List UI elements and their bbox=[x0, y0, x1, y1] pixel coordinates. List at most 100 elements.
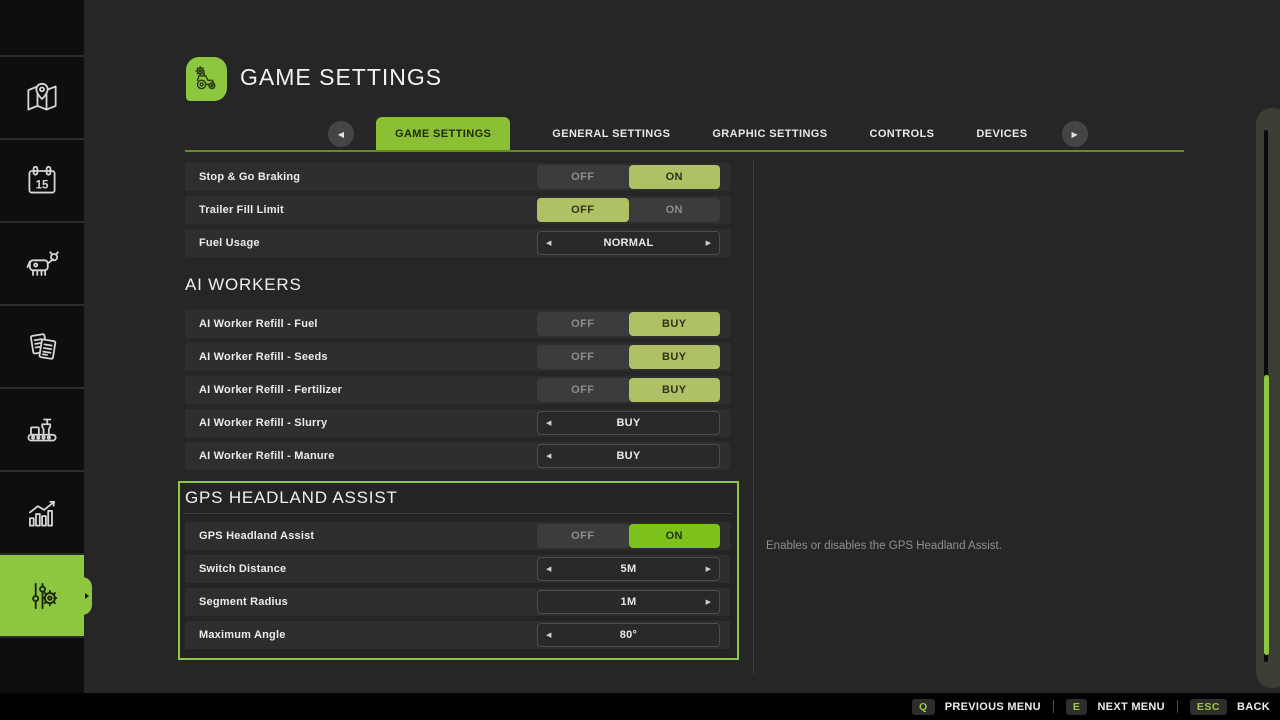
setting-row-maximum-angle[interactable]: Maximum Angle◀80° bbox=[185, 621, 730, 649]
selector-value: BUY bbox=[616, 450, 640, 462]
chevron-left-icon: ◀ bbox=[338, 130, 344, 139]
calendar-icon: 15 bbox=[21, 160, 63, 202]
selector-prev-icon[interactable]: ◀ bbox=[546, 452, 551, 460]
hint-back[interactable]: ESC BACK bbox=[1190, 699, 1270, 715]
tab-controls[interactable]: CONTROLS bbox=[870, 128, 935, 140]
tab-graphic-settings[interactable]: GRAPHIC SETTINGS bbox=[712, 128, 827, 140]
selector-value: BUY bbox=[616, 417, 640, 429]
selector-prev-icon[interactable]: ◀ bbox=[546, 631, 551, 639]
selector-next-icon[interactable]: ▶ bbox=[706, 239, 711, 247]
toggle-gps-headland-assist: OFFON bbox=[537, 524, 720, 548]
toggle-option-buy[interactable]: BUY bbox=[629, 345, 721, 369]
setting-row-ai-worker-refill-manure[interactable]: AI Worker Refill - Manure ◀ BUY bbox=[185, 442, 730, 470]
setting-row-ai-worker-refill-seeds[interactable]: AI Worker Refill - SeedsOFFBUY bbox=[185, 343, 730, 371]
selector-prev-icon[interactable]: ◀ bbox=[546, 565, 551, 573]
tabs-next-button[interactable]: ▶ bbox=[1062, 121, 1088, 147]
setting-label: AI Worker Refill - Slurry bbox=[199, 417, 327, 429]
setting-label: AI Worker Refill - Fuel bbox=[199, 318, 318, 330]
toggle-option-on[interactable]: ON bbox=[629, 524, 721, 548]
selector-value: 1M bbox=[621, 596, 637, 608]
selector-next-icon[interactable]: ▶ bbox=[706, 565, 711, 573]
selector-value: 5M bbox=[621, 563, 637, 575]
active-notch-arrow-icon bbox=[85, 593, 89, 599]
setting-label: Fuel Usage bbox=[199, 237, 260, 249]
selector-prev-icon[interactable]: ◀ bbox=[546, 419, 551, 427]
game-settings-screen: GAME SETTINGS ◀ GAME SETTINGSGENERAL SET… bbox=[0, 0, 1280, 720]
toggle-option-off[interactable]: OFF bbox=[537, 378, 629, 402]
sidebar-item-settings[interactable] bbox=[0, 555, 84, 636]
selector-segment-radius[interactable]: 1M ▶ bbox=[537, 590, 720, 614]
setting-row-fuel-usage[interactable]: Fuel Usage ◀NORMAL▶ bbox=[185, 229, 730, 257]
sidebar-item-calendar[interactable]: 15 bbox=[0, 140, 84, 221]
scrollbar-thumb[interactable] bbox=[1264, 375, 1269, 655]
animals-icon bbox=[21, 243, 63, 285]
settings-icon bbox=[21, 575, 63, 617]
sidebar-spacer bbox=[0, 0, 84, 55]
game-settings-app-icon bbox=[186, 57, 227, 101]
toggle-option-on[interactable]: ON bbox=[629, 198, 721, 222]
selector-switch-distance[interactable]: ◀ 5M ▶ bbox=[537, 557, 720, 581]
toggle-option-off[interactable]: OFF bbox=[537, 524, 629, 548]
sidebar-item-map[interactable] bbox=[0, 57, 84, 138]
setting-row-ai-worker-refill-fuel[interactable]: AI Worker Refill - Fuel OFFBUY bbox=[185, 310, 730, 338]
tab-devices[interactable]: DEVICES bbox=[976, 128, 1027, 140]
setting-row-segment-radius[interactable]: Segment Radius 1M ▶ bbox=[185, 588, 730, 616]
selector-next-icon[interactable]: ▶ bbox=[706, 598, 711, 606]
toggle-trailer-fill-limit: OFFON bbox=[537, 198, 720, 222]
key-badge-esc: ESC bbox=[1190, 699, 1227, 715]
selector-ai-worker-refill-slurry[interactable]: ◀ BUY bbox=[537, 411, 720, 435]
section-title-ai-workers: AI WORKERS bbox=[185, 273, 730, 297]
toggle-option-buy[interactable]: BUY bbox=[629, 378, 721, 402]
sidebar-filler bbox=[0, 638, 84, 693]
hint-next-menu[interactable]: ENEXT MENU bbox=[1066, 699, 1165, 715]
setting-label: AI Worker Refill - Manure bbox=[199, 450, 335, 462]
pane-divider bbox=[753, 160, 754, 674]
selector-prev-icon[interactable]: ◀ bbox=[546, 239, 551, 247]
toggle-ai-worker-refill-fuel: OFFBUY bbox=[537, 312, 720, 336]
setting-row-switch-distance[interactable]: Switch Distance◀5M▶ bbox=[185, 555, 730, 583]
hint-previous-menu[interactable]: QPREVIOUS MENU bbox=[912, 699, 1041, 715]
map-icon bbox=[21, 77, 63, 119]
settings-list: Stop & Go BrakingOFFONTrailer Fill Limit… bbox=[185, 163, 730, 660]
toggle-ai-worker-refill-fertilizer: OFFBUY bbox=[537, 378, 720, 402]
setting-row-trailer-fill-limit[interactable]: Trailer Fill LimitOFFON bbox=[185, 196, 730, 224]
tab-game-settings[interactable]: GAME SETTINGS bbox=[376, 117, 510, 151]
setting-label: AI Worker Refill - Fertilizer bbox=[199, 384, 342, 396]
setting-row-stop-go-braking[interactable]: Stop & Go Braking OFFON bbox=[185, 163, 730, 191]
toggle-option-off[interactable]: OFF bbox=[537, 312, 629, 336]
tabs-prev-button[interactable]: ◀ bbox=[328, 121, 354, 147]
hint-label: PREVIOUS MENU bbox=[945, 701, 1041, 713]
scrollbar[interactable] bbox=[1256, 108, 1280, 688]
selector-ai-worker-refill-manure[interactable]: ◀ BUY bbox=[537, 444, 720, 468]
sidebar-item-production[interactable] bbox=[0, 389, 84, 470]
toggle-option-on[interactable]: ON bbox=[629, 165, 721, 189]
toggle-option-buy[interactable]: BUY bbox=[629, 312, 721, 336]
toggle-ai-worker-refill-seeds: OFFBUY bbox=[537, 345, 720, 369]
toggle-stop-go-braking: OFFON bbox=[537, 165, 720, 189]
setting-label: Segment Radius bbox=[199, 596, 288, 608]
setting-row-ai-worker-refill-fertilizer[interactable]: AI Worker Refill - Fertilizer OFFBUY bbox=[185, 376, 730, 404]
sidebar-item-animals[interactable] bbox=[0, 223, 84, 304]
selector-maximum-angle[interactable]: ◀80° bbox=[537, 623, 720, 647]
tractor-gear-icon bbox=[189, 60, 225, 98]
setting-label: Stop & Go Braking bbox=[199, 171, 300, 183]
setting-row-gps-headland-assist[interactable]: GPS Headland AssistOFFON bbox=[185, 522, 730, 550]
setting-row-ai-worker-refill-slurry[interactable]: AI Worker Refill - Slurry ◀ BUY bbox=[185, 409, 730, 437]
hint-label: NEXT MENU bbox=[1097, 701, 1164, 713]
sidebar: 15 bbox=[0, 0, 84, 693]
section-divider bbox=[183, 513, 732, 514]
toggle-option-off[interactable]: OFF bbox=[537, 165, 629, 189]
production-icon bbox=[21, 409, 63, 451]
selector-fuel-usage[interactable]: ◀NORMAL▶ bbox=[537, 231, 720, 255]
setting-description: Enables or disables the GPS Headland Ass… bbox=[766, 540, 1196, 552]
hint-separator bbox=[1053, 700, 1054, 713]
sidebar-item-statistics[interactable] bbox=[0, 472, 84, 553]
hint-label: BACK bbox=[1237, 701, 1270, 713]
main-panel: GAME SETTINGS ◀ GAME SETTINGSGENERAL SET… bbox=[84, 0, 1280, 693]
tab-general-settings[interactable]: GENERAL SETTINGS bbox=[552, 128, 670, 140]
toggle-option-off[interactable]: OFF bbox=[537, 198, 629, 222]
toggle-option-off[interactable]: OFF bbox=[537, 345, 629, 369]
sidebar-item-finances[interactable] bbox=[0, 306, 84, 387]
finances-icon bbox=[21, 326, 63, 368]
section-title-gps-headland-assist: GPS HEADLAND ASSIST bbox=[185, 487, 732, 509]
